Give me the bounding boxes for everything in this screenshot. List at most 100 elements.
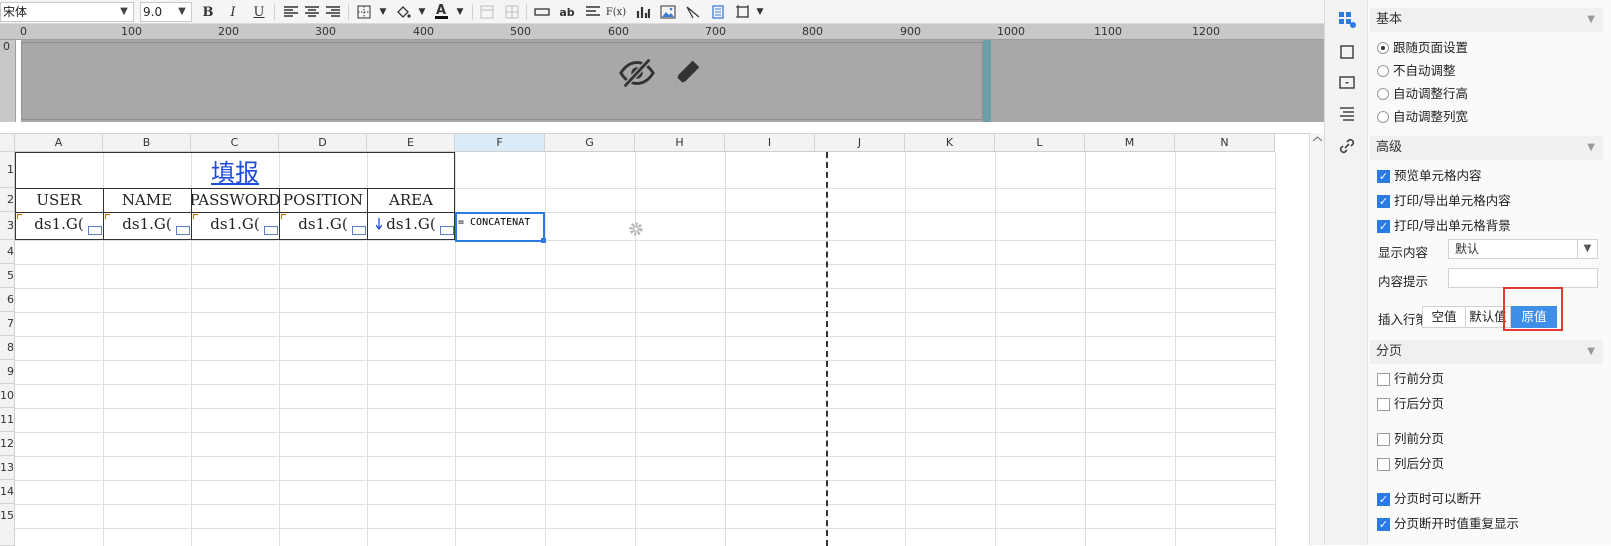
- column-header[interactable]: J: [815, 134, 905, 152]
- checkbox-checked-icon: ✓: [1377, 492, 1390, 506]
- split-cells-icon[interactable]: [503, 3, 521, 21]
- sheet-corner[interactable]: [0, 134, 15, 152]
- font-family-select[interactable]: 宋体 ▼: [0, 2, 134, 22]
- chart-icon[interactable]: [634, 3, 652, 21]
- cell-attributes-icon[interactable]: [1338, 11, 1356, 29]
- chevron-up-icon[interactable]: [1313, 136, 1322, 142]
- header-cell-password[interactable]: PASSWORD: [191, 188, 279, 212]
- hyperlink-icon[interactable]: [1338, 137, 1356, 155]
- row-header[interactable]: 12: [0, 432, 15, 456]
- chevron-down-icon[interactable]: ▼: [751, 3, 769, 21]
- column-header[interactable]: A: [15, 134, 103, 152]
- chevron-down-icon[interactable]: ▼: [413, 3, 431, 21]
- cell-style-icon[interactable]: [1338, 43, 1356, 61]
- checkbox-checked-icon: ✓: [1377, 194, 1390, 208]
- fill-color-icon[interactable]: [394, 3, 412, 21]
- row-header[interactable]: 13: [0, 456, 15, 480]
- header-cell-user[interactable]: USER: [15, 188, 103, 212]
- column-header[interactable]: C: [191, 134, 279, 152]
- row-header[interactable]: 6: [0, 288, 15, 312]
- check-repeat-on-break[interactable]: ✓ 分页断开时值重复显示: [1377, 514, 1519, 534]
- gear-icon[interactable]: [628, 221, 644, 237]
- font-size-select[interactable]: 9.0 ▼: [140, 2, 192, 22]
- subreport-icon[interactable]: [709, 3, 727, 21]
- column-header[interactable]: I: [725, 134, 815, 152]
- fill-handle[interactable]: [541, 238, 546, 243]
- check-page-after-row[interactable]: 行后分页: [1377, 394, 1444, 414]
- align-center-icon[interactable]: [303, 3, 321, 21]
- radio-follow-page[interactable]: 跟随页面设置: [1377, 38, 1468, 58]
- string-icon[interactable]: ab: [558, 3, 576, 21]
- check-page-before-column[interactable]: 列前分页: [1377, 429, 1444, 449]
- check-page-before-row[interactable]: 行前分页: [1377, 369, 1444, 389]
- eye-off-icon[interactable]: [618, 54, 656, 92]
- pencil-icon[interactable]: [668, 54, 706, 92]
- row-header[interactable]: 1: [0, 152, 15, 188]
- check-page-after-column[interactable]: 列后分页: [1377, 454, 1444, 474]
- section-basic-header[interactable]: 基本 ▼: [1370, 8, 1603, 32]
- paragraph-icon[interactable]: [584, 3, 602, 21]
- formula-icon[interactable]: F(x): [606, 3, 626, 21]
- chevron-down-icon[interactable]: ▼: [451, 3, 469, 21]
- italic-button[interactable]: I: [224, 3, 242, 21]
- column-header-active[interactable]: F: [455, 134, 545, 152]
- column-header[interactable]: D: [279, 134, 367, 152]
- row-header[interactable]: 14: [0, 480, 15, 504]
- vertical-scrollbar[interactable]: [1309, 133, 1324, 545]
- row-header[interactable]: 2: [0, 188, 15, 212]
- align-left-icon[interactable]: [282, 3, 300, 21]
- insert-textbox-icon[interactable]: [533, 3, 551, 21]
- bold-button[interactable]: B: [199, 3, 217, 21]
- radio-auto-column-width[interactable]: 自动调整列宽: [1377, 107, 1468, 127]
- section-paging-header[interactable]: 分页 ▼: [1370, 340, 1603, 364]
- chevron-down-icon[interactable]: ▼: [374, 3, 392, 21]
- underline-button[interactable]: U: [250, 3, 268, 21]
- column-header[interactable]: L: [995, 134, 1085, 152]
- cell-selection[interactable]: [455, 212, 545, 242]
- slash-cell-icon[interactable]: [684, 3, 702, 21]
- ruler-mark: 200: [218, 25, 239, 38]
- section-advanced-header[interactable]: 高级 ▼: [1370, 136, 1603, 160]
- option-label: 行前分页: [1394, 371, 1445, 386]
- page-margin-line[interactable]: [983, 40, 991, 122]
- border-box-icon[interactable]: [734, 3, 752, 21]
- merge-cells-icon[interactable]: [478, 3, 496, 21]
- check-print-content[interactable]: ✓ 打印/导出单元格内容: [1377, 191, 1511, 211]
- row-header[interactable]: 8: [0, 336, 15, 360]
- condition-attributes-icon[interactable]: [1338, 105, 1356, 123]
- insert-strategy-empty[interactable]: 空值: [1422, 306, 1466, 328]
- column-header[interactable]: H: [635, 134, 725, 152]
- radio-no-adjust[interactable]: 不自动调整: [1377, 61, 1456, 81]
- check-print-background[interactable]: ✓ 打印/导出单元格背景: [1377, 216, 1511, 236]
- radio-auto-row-height[interactable]: 自动调整行高: [1377, 84, 1468, 104]
- header-cell-position[interactable]: POSITION: [279, 188, 367, 212]
- row-header[interactable]: 4: [0, 240, 15, 264]
- widget-icon[interactable]: [1338, 73, 1356, 91]
- column-header[interactable]: B: [103, 134, 191, 152]
- row-header[interactable]: 10: [0, 384, 15, 408]
- page-header-area[interactable]: [21, 40, 1324, 122]
- display-content-select[interactable]: 默认 ▼: [1448, 239, 1598, 259]
- row-header[interactable]: 9: [0, 360, 15, 384]
- row-header[interactable]: 15: [0, 504, 15, 546]
- row-header[interactable]: 5: [0, 264, 15, 288]
- row-header[interactable]: 3: [0, 212, 15, 240]
- content-hint-input[interactable]: [1448, 268, 1598, 288]
- column-header[interactable]: E: [367, 134, 455, 152]
- row-header[interactable]: 11: [0, 408, 15, 432]
- header-cell-name[interactable]: NAME: [103, 188, 191, 212]
- column-header[interactable]: G: [545, 134, 635, 152]
- ruler-mark: 1200: [1192, 25, 1220, 38]
- column-header[interactable]: K: [905, 134, 995, 152]
- check-preview-content[interactable]: ✓ 预览单元格内容: [1377, 166, 1482, 186]
- column-header[interactable]: N: [1175, 134, 1275, 152]
- align-right-icon[interactable]: [324, 3, 342, 21]
- check-can-break-on-page[interactable]: ✓ 分页时可以断开: [1377, 489, 1482, 509]
- report-title-cell[interactable]: 填报: [15, 152, 455, 188]
- row-header[interactable]: 7: [0, 312, 15, 336]
- column-header[interactable]: M: [1085, 134, 1175, 152]
- border-icon[interactable]: [355, 3, 373, 21]
- text-color-icon[interactable]: A: [432, 3, 450, 21]
- image-icon[interactable]: [659, 3, 677, 21]
- header-cell-area[interactable]: AREA: [367, 188, 455, 212]
